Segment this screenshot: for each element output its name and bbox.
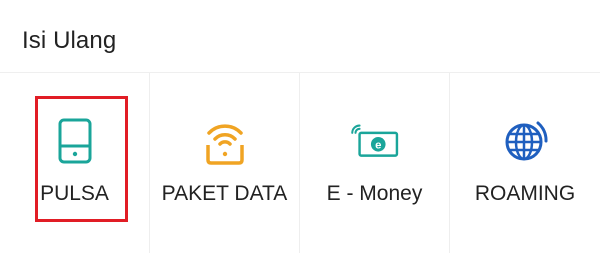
recharge-panel: Isi Ulang PULSA PAKET DATA e E - Money R…: [0, 0, 600, 253]
menu-item-label: PAKET DATA: [161, 182, 288, 205]
wifi-icon: [199, 115, 251, 167]
menu-item-roaming[interactable]: ROAMING: [450, 73, 600, 253]
section-title: Isi Ulang: [22, 27, 117, 54]
menu-item-pulsa[interactable]: PULSA: [0, 73, 150, 253]
recharge-menu-grid: PULSA PAKET DATA e E - Money ROAMING: [0, 73, 600, 253]
menu-item-label: ROAMING: [474, 182, 576, 205]
emoney-card-icon: e: [349, 115, 401, 167]
menu-item-e-money[interactable]: e E - Money: [300, 73, 450, 253]
phone-icon: [49, 115, 101, 167]
globe-icon: [499, 115, 551, 167]
menu-item-paket-data[interactable]: PAKET DATA: [150, 73, 300, 253]
menu-item-label: E - Money: [326, 182, 423, 205]
svg-text:e: e: [375, 139, 381, 151]
menu-item-label: PULSA: [40, 182, 109, 205]
